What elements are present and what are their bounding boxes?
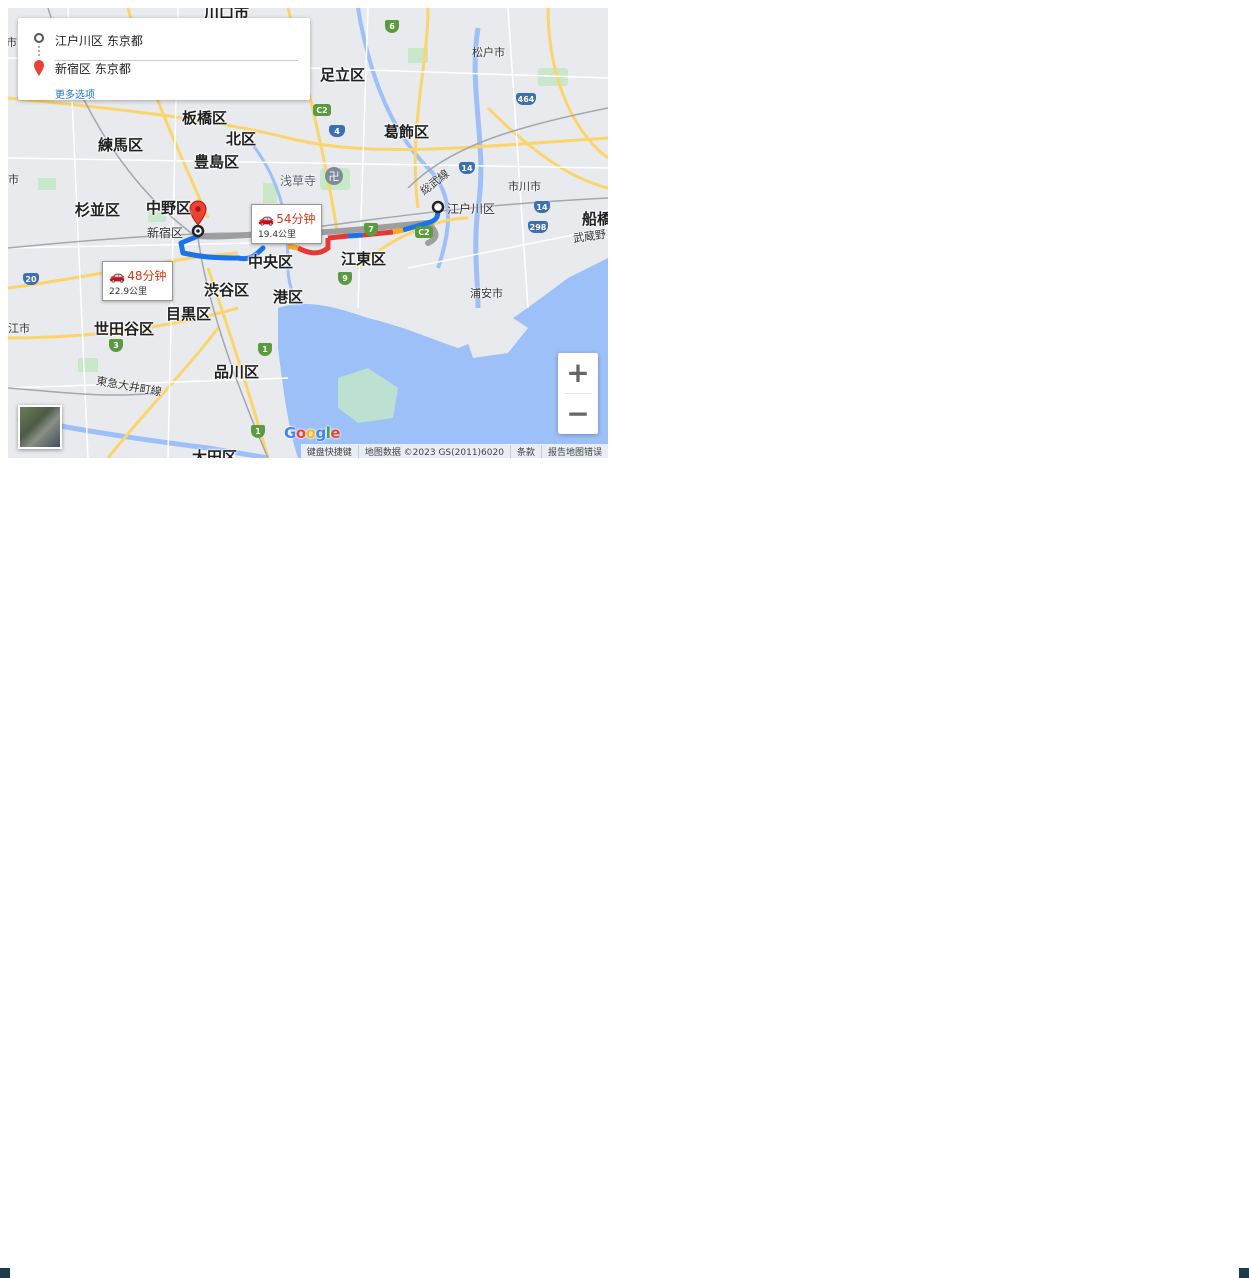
label-ota: 大田区: [192, 448, 238, 458]
shield-route-4: 4: [329, 125, 345, 137]
map-data-text: 地图数据 ©2023 GS(2011)6020: [357, 444, 510, 458]
label-matsudo: 松户市: [472, 46, 505, 59]
label-minato: 港区: [273, 288, 304, 306]
label-nerima: 練馬区: [98, 136, 144, 154]
label-edge-left1: 市: [8, 36, 17, 49]
label-chuo: 中央区: [248, 253, 294, 271]
label-nakano: 中野区: [146, 199, 192, 217]
label-shibuya: 渋谷区: [204, 281, 250, 299]
route-callout-alt[interactable]: 🚗 48分钟 22.9公里: [102, 261, 174, 301]
label-koto: 江東区: [341, 250, 387, 268]
shield-c2-east: C2: [415, 226, 433, 238]
more-options-link[interactable]: 更多选项: [55, 86, 95, 101]
zoom-controls: + −: [558, 353, 598, 434]
svg-text:卍: 卍: [329, 170, 340, 183]
report-error-link[interactable]: 报告地图错误: [540, 444, 608, 458]
attribution-bar: 键盘快捷键 地图数据 ©2023 GS(2011)6020 条款 报告地图错误: [300, 444, 608, 458]
destination-text[interactable]: 新宿区 东京都: [55, 60, 131, 77]
label-urayasu: 浦安市: [470, 287, 503, 300]
directions-panel: 江户川区 东京都 新宿区 东京都 更多选项: [18, 18, 310, 101]
route-distance: 22.9公里: [109, 287, 148, 297]
shield-route-464: 464: [516, 93, 536, 105]
zoom-out-button[interactable]: −: [558, 394, 598, 434]
frame-corner-br: [1239, 1268, 1249, 1278]
label-edge-left3: 江市: [8, 322, 30, 335]
shield-route-20: 20: [23, 273, 39, 285]
route-callout-primary[interactable]: 🚗 54分钟 19.4公里: [251, 204, 323, 244]
shield-route-298: 298: [528, 221, 548, 233]
label-suginami: 杉並区: [75, 201, 121, 219]
label-shinjuku: 新宿区: [147, 226, 184, 240]
car-icon: 🚗: [109, 269, 126, 284]
label-meguro: 目黒区: [166, 305, 212, 323]
label-edogawa: 江户川区: [447, 202, 496, 216]
label-itabashi: 板橋区: [182, 109, 228, 127]
label-kita: 北区: [226, 130, 257, 148]
label-sensoji: 浅草寺: [280, 174, 317, 188]
satellite-toggle-button[interactable]: [18, 405, 62, 449]
label-setagaya: 世田谷区: [94, 320, 155, 338]
shield-route-14b: 14: [534, 201, 550, 213]
label-adachi: 足立区: [320, 66, 366, 84]
route-distance: 19.4公里: [258, 230, 297, 240]
route-time: 54分钟: [276, 212, 316, 226]
label-toshima: 豊島区: [194, 153, 240, 171]
car-icon: 🚗: [258, 212, 275, 227]
terms-link[interactable]: 条款: [509, 444, 541, 458]
shield-route-14: 14: [459, 162, 475, 174]
shield-c2-north: C2: [313, 104, 331, 116]
map-view[interactable]: 卍 川口市 足立区 松户市 板橋区 北区 葛飾区 練馬区 豊島区 浅草寺 総武線…: [8, 8, 608, 458]
label-edge-left2: 市: [8, 173, 19, 186]
route-time: 48分钟: [127, 269, 167, 283]
label-ichikawa: 市川市: [508, 180, 541, 193]
zoom-in-button[interactable]: +: [558, 353, 598, 393]
route-endpoints-icon: [34, 33, 44, 76]
google-logo: Google: [284, 424, 341, 442]
label-shinagawa: 品川区: [214, 363, 260, 381]
label-katsushika: 葛飾区: [384, 123, 430, 141]
keyboard-shortcuts-link[interactable]: 键盘快捷键: [301, 445, 358, 458]
origin-text[interactable]: 江户川区 东京都: [55, 32, 143, 49]
frame-corner-bl: [0, 1268, 10, 1278]
